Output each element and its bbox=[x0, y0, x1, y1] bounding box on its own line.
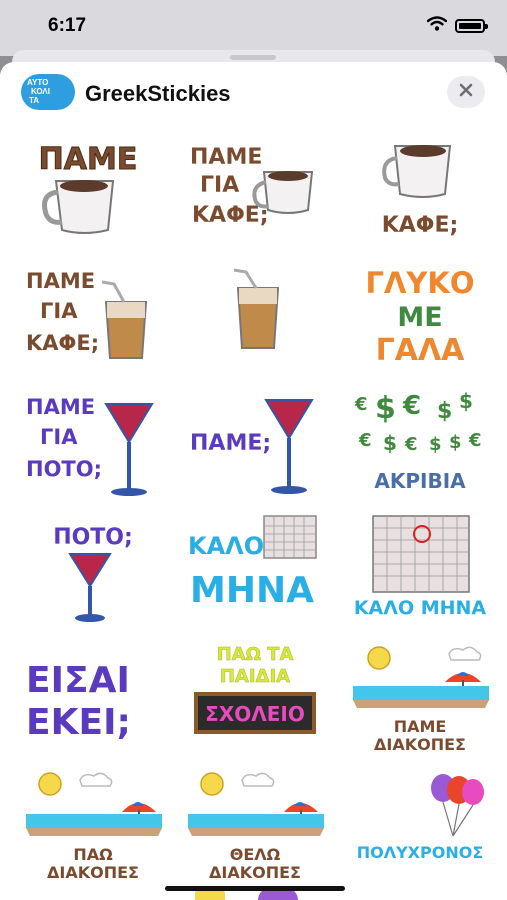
svg-text:$: $ bbox=[449, 432, 462, 453]
sticker-text: ΠΟΛΥΧΡΟΝΟΣ bbox=[357, 843, 484, 862]
svg-text:€: € bbox=[468, 430, 482, 451]
close-icon bbox=[459, 83, 473, 102]
svg-text:€: € bbox=[404, 434, 418, 455]
sticker-text: ΠΑΩ bbox=[73, 845, 113, 864]
wifi-icon bbox=[426, 16, 448, 36]
sticker-kalo-mina-calendar[interactable]: ΚΑΛΟ ΜΗΝΑ bbox=[345, 510, 495, 630]
home-indicator bbox=[165, 886, 345, 891]
sticker-text: ΠΑΜΕ bbox=[190, 145, 262, 170]
svg-text:$: $ bbox=[375, 391, 396, 426]
sticker-text: ΚΑΦΕ; bbox=[192, 203, 269, 228]
status-time: 6:17 bbox=[48, 15, 87, 36]
sticker-text: ΠΑΜΕ bbox=[26, 269, 95, 293]
sticker-text: ΠΟΤΟ; bbox=[53, 525, 133, 550]
sticker-pao-diakopes[interactable]: ΠΑΩ ΔΙΑΚΟΠΕΣ bbox=[18, 762, 168, 882]
sticker-text: ΚΑΦΕ; bbox=[382, 213, 459, 238]
sticker-text: ΔΙΑΚΟΠΕΣ bbox=[374, 735, 466, 754]
sticker-eisai-ekei[interactable]: ΕΙΣΑΙ ΕΚΕΙ; bbox=[18, 636, 168, 756]
sticker-text: ΚΑΦΕ; bbox=[26, 331, 99, 355]
svg-text:€: € bbox=[358, 430, 372, 451]
sticker-text: ΠΑΜΕ bbox=[394, 717, 447, 736]
sticker-kalo-mina[interactable]: ΚΑΛΟ ΜΗΝΑ bbox=[180, 510, 330, 630]
sticker-text: ΠΑΩ ΤΑ bbox=[217, 644, 294, 665]
sticker-text: ΔΙΑΚΟΠΕΣ bbox=[47, 863, 139, 882]
sticker-pame-gia-kafe[interactable]: ΠΑΜΕ ΓΙΑ ΚΑΦΕ; bbox=[180, 134, 330, 254]
sticker-text: ΜΗΝΑ bbox=[190, 570, 314, 611]
sticker-pame-coffee[interactable]: ΠΑΜΕ bbox=[18, 134, 168, 254]
sticker-pame-gia-kafe-frappe[interactable]: ΠΑΜΕ ΓΙΑ ΚΑΦΕ; bbox=[18, 258, 168, 378]
sheet-header: ΑΥΤΟ ΚΟΛΙ ΤΑ GreekStickies bbox=[0, 62, 507, 124]
sticker-pame-poto[interactable]: ΠΑΜΕ; bbox=[180, 384, 330, 504]
svg-text:€: € bbox=[402, 391, 421, 421]
sticker-glyko-me-gala[interactable]: ΓΛΥΚΟ ΜΕ ΓΑΛΑ bbox=[345, 258, 495, 378]
sticker-text: ΣΧΟΛΕΙΟ bbox=[205, 702, 305, 726]
sticker-text: ΚΑΛΟ bbox=[188, 532, 264, 560]
sticker-text: ΕΚΕΙ; bbox=[26, 702, 131, 743]
sticker-polyxronos[interactable]: ΠΟΛΥΧΡΟΝΟΣ bbox=[345, 762, 495, 882]
app-title: GreekStickies bbox=[85, 81, 231, 106]
app-icon-line: ΤΑ bbox=[29, 96, 40, 105]
close-button[interactable] bbox=[447, 76, 485, 108]
sticker-text: ΓΙΑ bbox=[40, 425, 78, 449]
sticker-text: ΔΙΑΚΟΠΕΣ bbox=[209, 863, 301, 882]
sticker-kafe[interactable]: ΚΑΦΕ; bbox=[345, 134, 495, 254]
sticker-text: ΚΑΛΟ ΜΗΝΑ bbox=[354, 597, 487, 619]
sticker-text: ΑΚΡΙΒΙΑ bbox=[374, 469, 466, 493]
sticker-sheet: ΑΥΤΟ ΚΟΛΙ ΤΑ GreekStickies ΠΑΜΕ ΠΑΜΕ ΓΙΑ… bbox=[0, 62, 507, 900]
sticker-text: ΠΑΜΕ bbox=[39, 142, 138, 177]
sticker-pao-ta-paidia-sxoleio[interactable]: ΠΑΩ ΤΑ ΠΑΙΔΙΑ ΣΧΟΛΕΙΟ bbox=[180, 636, 330, 756]
status-bar: 6:17 bbox=[0, 0, 507, 56]
svg-text:$: $ bbox=[383, 431, 397, 455]
sticker-text: ΓΙΑ bbox=[40, 299, 78, 323]
sticker-text: ΓΙΑ bbox=[200, 173, 239, 198]
sticker-pame-diakopes[interactable]: ΠΑΜΕ ΔΙΑΚΟΠΕΣ bbox=[345, 636, 495, 756]
sticker-thelo-diakopes[interactable]: ΘΕΛΩ ΔΙΑΚΟΠΕΣ bbox=[180, 762, 330, 882]
sticker-text: ΠΑΜΕ; bbox=[190, 431, 271, 456]
sticker-text: ΠΟΤΟ; bbox=[26, 457, 102, 481]
sticker-text: ΓΛΥΚΟ bbox=[365, 266, 474, 300]
sticker-poto[interactable]: ΠΟΤΟ; bbox=[18, 510, 168, 630]
status-icons bbox=[426, 16, 488, 36]
sheet-grabber[interactable] bbox=[230, 55, 276, 60]
sticker-text: ΠΑΙΔΙΑ bbox=[220, 666, 290, 687]
sticker-frappe[interactable] bbox=[180, 258, 330, 378]
sticker-text: ΘΕΛΩ bbox=[230, 845, 281, 864]
sticker-text: ΠΑΜΕ bbox=[26, 395, 95, 419]
svg-text:€: € bbox=[354, 394, 368, 415]
svg-text:$: $ bbox=[437, 399, 452, 424]
app-icon-line: ΑΥΤΟ bbox=[27, 78, 49, 87]
app-icon: ΑΥΤΟ ΚΟΛΙ ΤΑ bbox=[21, 74, 75, 110]
sticker-text: ΕΙΣΑΙ bbox=[26, 660, 130, 701]
sticker-akriveia[interactable]: € $ € $ $ € $ € $ $ € ΑΚΡΙΒΙΑ bbox=[345, 384, 495, 504]
svg-text:$: $ bbox=[459, 389, 473, 413]
svg-text:$: $ bbox=[429, 434, 442, 455]
sticker-text: ΓΑΛΑ bbox=[376, 333, 466, 368]
sticker-pame-gia-poto[interactable]: ΠΑΜΕ ΓΙΑ ΠΟΤΟ; bbox=[18, 384, 168, 504]
sticker-text: ΜΕ bbox=[397, 302, 442, 333]
battery-icon bbox=[455, 19, 488, 33]
app-icon-line: ΚΟΛΙ bbox=[31, 87, 50, 96]
